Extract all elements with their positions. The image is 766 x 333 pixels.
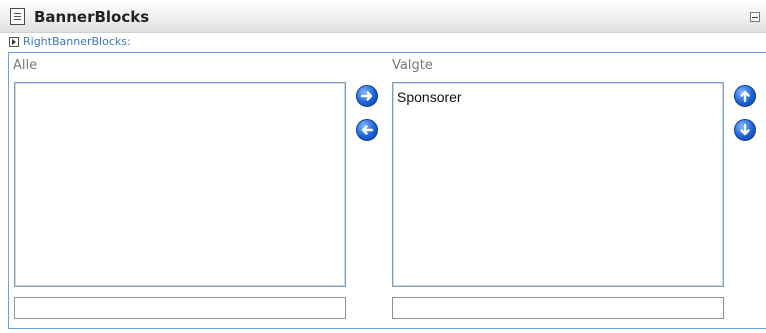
- section-label[interactable]: RightBannerBlocks:: [23, 35, 131, 48]
- list-item[interactable]: Sponsorer: [397, 89, 462, 105]
- selected-filter-input[interactable]: [392, 297, 724, 319]
- arrow-right-icon: [360, 91, 373, 101]
- arrow-left-icon: [361, 125, 374, 135]
- arrow-up-icon: [740, 90, 750, 103]
- widget-title: BannerBlocks: [34, 8, 150, 26]
- move-left-button[interactable]: [356, 119, 378, 141]
- widget-header: BannerBlocks: [0, 0, 766, 33]
- selected-listbox[interactable]: Sponsorer: [392, 82, 724, 287]
- all-column-label: Alle: [13, 58, 38, 73]
- collapse-button[interactable]: [750, 12, 760, 22]
- triangle-right-icon[interactable]: [9, 37, 19, 47]
- all-filter-input[interactable]: [14, 297, 346, 319]
- arrow-down-icon: [740, 123, 750, 136]
- move-down-button[interactable]: [734, 119, 756, 141]
- document-icon: [10, 8, 25, 25]
- move-up-button[interactable]: [734, 85, 756, 107]
- selected-column-label: Valgte: [392, 58, 433, 73]
- move-right-button[interactable]: [356, 85, 378, 107]
- all-listbox[interactable]: [14, 82, 346, 287]
